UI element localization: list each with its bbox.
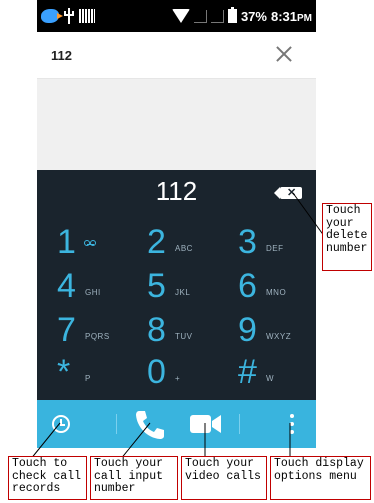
callout-video-text: Touch your video calls: [185, 457, 261, 483]
callout-records-text: Touch to check call records: [12, 457, 82, 495]
callout-connector-lines: [29, 192, 328, 461]
callout-video: Touch your video calls: [181, 456, 267, 500]
callout-input: Touch your call input number: [90, 456, 178, 500]
callout-records: Touch to check call records: [8, 456, 87, 500]
callout-menu-text: Touch display options menu: [274, 457, 364, 483]
callout-input-text: Touch your call input number: [94, 457, 164, 495]
callout-menu: Touch display options menu: [270, 456, 371, 500]
callout-delete-text: Touch your delete number: [326, 204, 368, 255]
callout-delete: Touch your delete number: [322, 203, 372, 271]
